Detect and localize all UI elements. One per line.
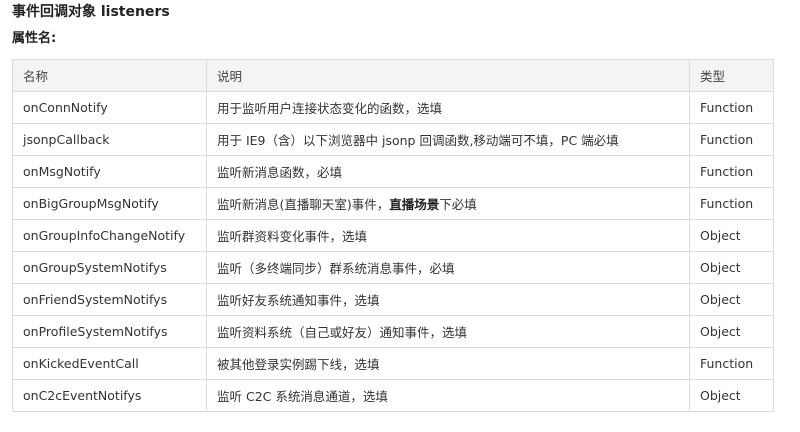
column-header-description: 说明 xyxy=(206,59,690,92)
table-row: onMsgNotify 监听新消息函数，必填 Function xyxy=(12,155,774,188)
cell-name: jsonpCallback xyxy=(12,123,207,156)
section-subtitle: 属性名: xyxy=(12,31,57,46)
cell-type: Object xyxy=(689,379,774,412)
cell-type: Object xyxy=(689,219,774,252)
cell-description: 监听新消息函数，必填 xyxy=(206,155,690,188)
cell-description: 被其他登录实例踢下线，选填 xyxy=(206,347,690,380)
cell-description: 监听群资料变化事件，选填 xyxy=(206,219,690,252)
cell-description: 用于 IE9（含）以下浏览器中 jsonp 回调函数,移动端可不填，PC 端必填 xyxy=(206,123,690,156)
description-text: 监听新消息(直播聊天室)事件， xyxy=(217,197,390,212)
cell-description: 用于监听用户连接状态变化的函数，选填 xyxy=(206,91,690,124)
cell-name: onGroupSystemNotifys xyxy=(12,251,207,284)
cell-type: Function xyxy=(689,155,774,188)
cell-name: onKickedEventCall xyxy=(12,347,207,380)
table-row: onGroupInfoChangeNotify 监听群资料变化事件，选填 Obj… xyxy=(12,219,774,252)
cell-description: 监听（多终端同步）群系统消息事件，必填 xyxy=(206,251,690,284)
description-text: 下必填 xyxy=(439,197,477,212)
cell-name: onBigGroupMsgNotify xyxy=(12,187,207,220)
cell-type: Object xyxy=(689,283,774,316)
cell-type: Function xyxy=(689,187,774,220)
cell-name: onC2cEventNotifys xyxy=(12,379,207,412)
cell-type: Function xyxy=(689,347,774,380)
table-row: onConnNotify 用于监听用户连接状态变化的函数，选填 Function xyxy=(12,91,774,124)
cell-name: onFriendSystemNotifys xyxy=(12,283,207,316)
description-emphasis: 直播场景 xyxy=(389,197,440,212)
table-row: onProfileSystemNotifys 监听资料系统（自己或好友）通知事件… xyxy=(12,315,774,348)
page-title: 事件回调对象 listeners xyxy=(12,4,170,20)
table-row: onC2cEventNotifys 监听 C2C 系统消息通道，选填 Objec… xyxy=(12,379,774,412)
cell-name: onMsgNotify xyxy=(12,155,207,188)
cell-description: 监听好友系统通知事件，选填 xyxy=(206,283,690,316)
table-header-row: 名称 说明 类型 xyxy=(12,59,774,92)
table-row: jsonpCallback 用于 IE9（含）以下浏览器中 jsonp 回调函数… xyxy=(12,123,774,156)
column-header-type: 类型 xyxy=(689,59,774,92)
column-header-name: 名称 xyxy=(12,59,207,92)
cell-type: Function xyxy=(689,91,774,124)
table-row: onFriendSystemNotifys 监听好友系统通知事件，选填 Obje… xyxy=(12,283,774,316)
cell-type: Object xyxy=(689,315,774,348)
cell-name: onConnNotify xyxy=(12,91,207,124)
table-row: onKickedEventCall 被其他登录实例踢下线，选填 Function xyxy=(12,347,774,380)
listeners-table: 名称 说明 类型 onConnNotify 用于监听用户连接状态变化的函数，选填… xyxy=(12,59,774,412)
cell-description: 监听 C2C 系统消息通道，选填 xyxy=(206,379,690,412)
table-row: onBigGroupMsgNotify 监听新消息(直播聊天室)事件，直播场景下… xyxy=(12,187,774,220)
cell-description: 监听资料系统（自己或好友）通知事件，选填 xyxy=(206,315,690,348)
cell-description: 监听新消息(直播聊天室)事件，直播场景下必填 xyxy=(206,187,690,220)
cell-name: onGroupInfoChangeNotify xyxy=(12,219,207,252)
cell-name: onProfileSystemNotifys xyxy=(12,315,207,348)
cell-type: Object xyxy=(689,251,774,284)
table-row: onGroupSystemNotifys 监听（多终端同步）群系统消息事件，必填… xyxy=(12,251,774,284)
cell-type: Function xyxy=(689,123,774,156)
